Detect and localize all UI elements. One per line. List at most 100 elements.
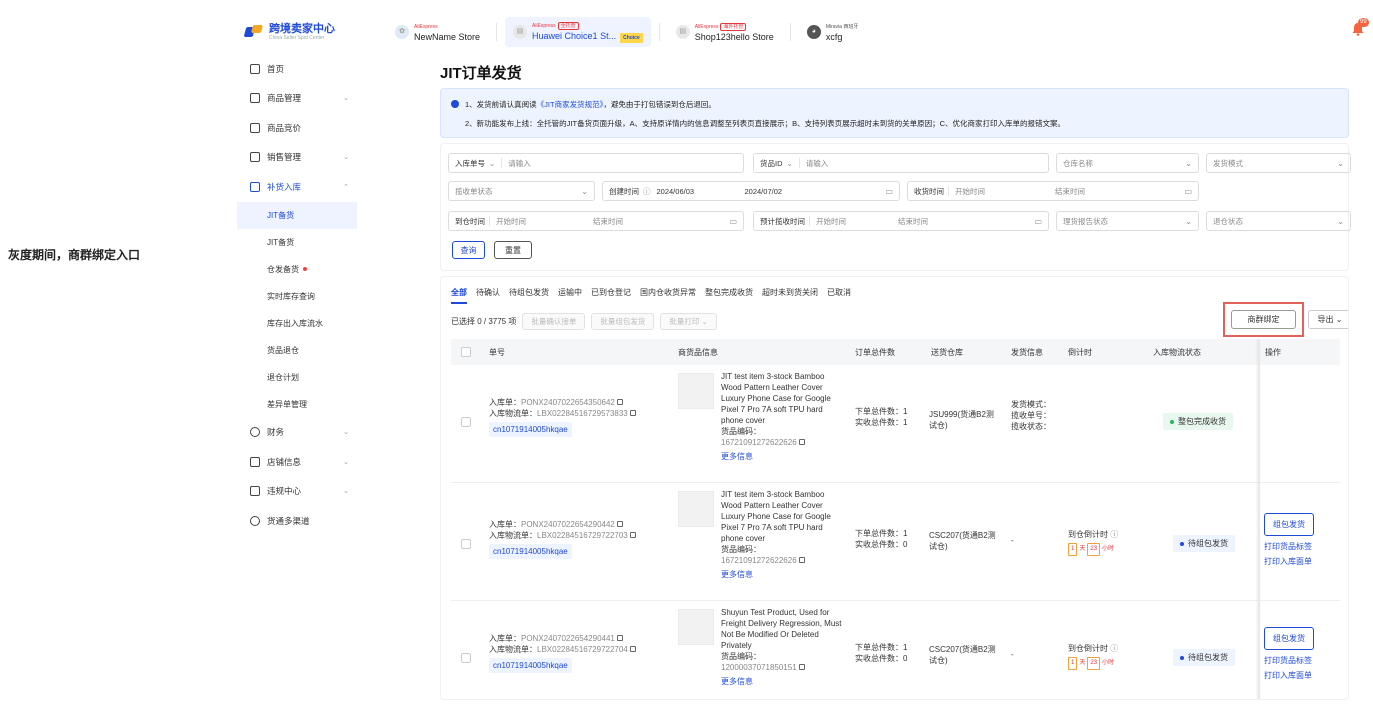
copy-icon[interactable] xyxy=(798,664,805,670)
logistics-label: 入库物流单： xyxy=(489,409,537,418)
sidebar-sub-jit-shipping[interactable]: JIT备货 xyxy=(237,201,357,229)
create-end[interactable]: 2024/07/02 xyxy=(745,187,783,196)
product-title[interactable]: JIT test item 3-stock Bamboo Wood Patter… xyxy=(721,489,846,544)
tab-pending-pack[interactable]: 待组包发货 xyxy=(509,287,549,304)
sidebar-sub-jit-stock[interactable]: JIT备货 xyxy=(237,229,357,256)
return-status-select[interactable]: 退仓状态 ⌄ xyxy=(1206,211,1351,231)
pickup-start[interactable]: 开始时间 xyxy=(816,216,898,227)
row-checkbox[interactable] xyxy=(461,417,471,427)
tab-all[interactable]: 全部 xyxy=(451,287,467,304)
report-status-select[interactable]: 理货报告状态 ⌄ xyxy=(1056,211,1199,231)
export-button[interactable]: 导出 ⌄ xyxy=(1308,310,1348,329)
more-info-link[interactable]: 更多信息 xyxy=(721,451,846,462)
sidebar-sub-warehouse-stock[interactable]: 仓发备货 xyxy=(237,256,357,283)
goods-id-input[interactable]: 请输入 xyxy=(806,158,829,169)
pickup-status-select[interactable]: 揽收单状态 ⌄ xyxy=(448,181,595,201)
more-info-link[interactable]: 更多信息 xyxy=(721,569,846,580)
order-list-card: 全部 待确认 待组包发货 运输中 已到仓登记 国内仓收货异常 整包完成收货 超时… xyxy=(440,276,1349,700)
sidebar-item-home[interactable]: 首页 xyxy=(237,54,357,84)
pack-ship-button[interactable]: 组包发货 xyxy=(1264,513,1314,536)
notice-line2: 2、新功能发布上线：全托管的JIT备货页面升级，A、支持原详情内的信息调整至列表… xyxy=(465,119,1066,128)
sidebar-item-store-info[interactable]: 店铺信息 ⌄ xyxy=(237,447,357,477)
copy-icon[interactable] xyxy=(616,635,623,641)
sidebar-item-bidding[interactable]: 商品竞价 xyxy=(237,113,357,143)
tab-arrived[interactable]: 已到仓登记 xyxy=(591,287,631,304)
store-switch-newname[interactable]: ✿ AliExpress NewName Store xyxy=(387,17,488,47)
copy-icon[interactable] xyxy=(629,532,636,538)
create-start[interactable]: 2024/06/03 xyxy=(657,187,745,196)
tab-timeout-closed[interactable]: 超时未到货关闭 xyxy=(762,287,818,304)
copy-icon[interactable] xyxy=(629,410,636,416)
row-checkbox[interactable] xyxy=(461,653,471,663)
query-button[interactable]: 查询 xyxy=(452,241,485,259)
product-title[interactable]: JIT test item 3-stock Bamboo Wood Patter… xyxy=(721,371,846,426)
copy-icon[interactable] xyxy=(798,439,805,445)
notification-bell-icon[interactable]: 99 xyxy=(1351,18,1369,36)
batch-print-button[interactable]: 批量打印 ⌄ xyxy=(660,313,717,330)
tab-received[interactable]: 整包完成收货 xyxy=(705,287,753,304)
store-switch-shop123[interactable]: ▤ AliExpress 海外托管 Shop123hello Store xyxy=(668,17,782,47)
sidebar-item-multichannel[interactable]: 货通多渠道 xyxy=(237,506,357,536)
receive-end[interactable]: 结束时间 xyxy=(1055,186,1085,197)
countdown-hours: 23 xyxy=(1087,657,1101,670)
batch-pack-button[interactable]: 批量组包发货 xyxy=(591,313,655,330)
more-info-link[interactable]: 更多信息 xyxy=(721,676,846,687)
sidebar-sub-inventory-query[interactable]: 实时库存查询 xyxy=(237,283,357,310)
sidebar-sub-goods-return[interactable]: 货品退仓 xyxy=(237,337,357,364)
warehouse-select[interactable]: 仓库名称 ⌄ xyxy=(1056,153,1199,173)
arrive-start[interactable]: 开始时间 xyxy=(496,216,593,227)
batch-confirm-button[interactable]: 批量确认接单 xyxy=(522,313,586,330)
create-time-range[interactable]: 创建时间 ⓘ 2024/06/03 2024/07/02 ▭ xyxy=(602,181,900,201)
product-thumbnail[interactable] xyxy=(678,373,714,409)
order-no-input[interactable]: 请输入 xyxy=(508,158,531,169)
arrive-end[interactable]: 结束时间 xyxy=(593,216,623,227)
store-switch-xcfg[interactable]: ◕ Miravia 西班牙 xcfg xyxy=(799,17,867,47)
table-row: 入库单：PONX2407022654290442 入库物流单：LBX022845… xyxy=(451,483,1340,601)
receive-time-range[interactable]: 收货时间 开始时间 结束时间 ▭ xyxy=(907,181,1199,201)
sidebar-item-finance[interactable]: 财务 ⌄ xyxy=(237,418,357,448)
sidebar-item-products[interactable]: 商品管理 ⌄ xyxy=(237,84,357,114)
logo[interactable]: 跨境卖家中心 China Seller Spot Center xyxy=(237,23,377,41)
copy-icon[interactable] xyxy=(616,399,623,405)
arrive-time-range[interactable]: 到仓时间 开始时间 结束时间 ▭ xyxy=(448,211,744,231)
order-no-filter[interactable]: 入库单号 ⌄ 请输入 xyxy=(448,153,744,173)
sidebar-item-violations[interactable]: 违规中心 ⌄ xyxy=(237,477,357,507)
reset-button[interactable]: 重置 xyxy=(494,241,532,259)
status-text: 待组包发货 xyxy=(1188,539,1228,548)
sidebar-sub-discrepancy[interactable]: 差异单管理 xyxy=(237,391,357,418)
select-all-checkbox[interactable] xyxy=(461,347,471,357)
row-checkbox[interactable] xyxy=(461,539,471,549)
warehouse-icon xyxy=(250,181,260,192)
tab-receive-exception[interactable]: 国内仓收货异常 xyxy=(640,287,696,304)
receive-start[interactable]: 开始时间 xyxy=(955,186,1055,197)
pickup-end[interactable]: 结束时间 xyxy=(898,216,928,227)
shipping-rules-link[interactable]: 《JIT商家发货规范》 xyxy=(537,100,604,109)
print-inbound-sheet-link[interactable]: 打印入库面单 xyxy=(1264,554,1314,569)
sidebar-item-sales[interactable]: 销售管理 ⌄ xyxy=(237,143,357,173)
tab-cancelled[interactable]: 已取消 xyxy=(827,287,851,304)
ship-mode-select[interactable]: 发货模式 ⌄ xyxy=(1206,153,1351,173)
copy-icon[interactable] xyxy=(798,557,805,563)
tab-pending-confirm[interactable]: 待确认 xyxy=(476,287,500,304)
sidebar-sub-return-plan[interactable]: 退仓计划 xyxy=(237,364,357,391)
inbound-label: 入库单： xyxy=(489,520,521,529)
warehouse-select-placeholder: 仓库名称 xyxy=(1063,158,1093,168)
print-goods-label-link[interactable]: 打印货品标签 xyxy=(1264,539,1314,554)
print-inbound-sheet-link[interactable]: 打印入库面单 xyxy=(1264,668,1314,683)
sidebar-sub-inventory-flow[interactable]: 库存出入库流水 xyxy=(237,310,357,337)
chevron-down-icon: ⌄ xyxy=(1185,216,1192,226)
sidebar-item-replenish[interactable]: 补货入库 ⌃ xyxy=(237,172,357,202)
product-title[interactable]: Shuyun Test Product, Used for Freight De… xyxy=(721,607,846,651)
print-goods-label-link[interactable]: 打印货品标签 xyxy=(1264,653,1314,668)
sidebar-item-label: 财务 xyxy=(267,427,285,438)
copy-icon[interactable] xyxy=(629,646,636,652)
product-thumbnail[interactable] xyxy=(678,491,714,527)
goods-id-filter[interactable]: 货品ID ⌄ 请输入 xyxy=(753,153,1049,173)
pack-ship-button[interactable]: 组包发货 xyxy=(1264,627,1314,650)
merchant-group-bind-button[interactable]: 商群绑定 xyxy=(1231,310,1296,329)
store-switch-huawei[interactable]: ▤ AliExpress 全托管 Huawei Choice1 St... Choi… xyxy=(505,17,651,47)
product-thumbnail[interactable] xyxy=(678,609,714,645)
copy-icon[interactable] xyxy=(616,521,623,527)
tab-in-transit[interactable]: 运输中 xyxy=(558,287,582,304)
pickup-time-range[interactable]: 预计揽收时间 开始时间 结束时间 ▭ xyxy=(753,211,1049,231)
